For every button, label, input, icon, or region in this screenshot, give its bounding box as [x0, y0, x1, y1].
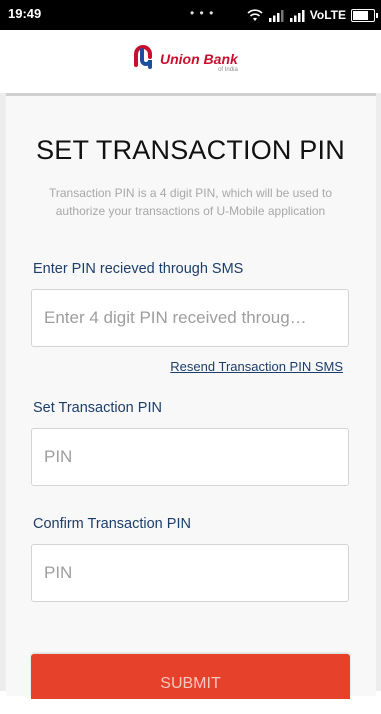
set-pin-field-box — [31, 428, 349, 486]
signal-icon-1 — [268, 9, 284, 22]
notification-dots: • • • — [190, 6, 215, 20]
status-icons: VoLTE — [247, 5, 378, 25]
set-pin-label: Set Transaction PIN — [33, 400, 162, 416]
status-time: 19:49 — [8, 6, 42, 21]
union-bank-logo-icon — [134, 45, 152, 69]
confirm-pin-label: Confirm Transaction PIN — [33, 516, 191, 532]
sms-pin-field-box — [31, 289, 349, 347]
bank-logo: Union Bank of India — [130, 43, 238, 74]
sms-pin-input[interactable] — [32, 290, 348, 346]
set-pin-input[interactable] — [32, 429, 348, 485]
signal-icon-2 — [289, 9, 305, 22]
confirm-pin-input[interactable] — [32, 545, 348, 601]
resend-pin-sms-link[interactable]: Resend Transaction PIN SMS — [170, 359, 343, 374]
brand-name: Union Bank — [160, 51, 238, 67]
battery-icon — [351, 8, 378, 22]
page-description: Transaction PIN is a 4 digit PIN, which … — [48, 186, 332, 218]
brand-subtitle: of India — [218, 67, 238, 73]
app-header: Union Bank of India — [0, 30, 381, 96]
right-edge — [376, 93, 381, 691]
wifi-icon — [247, 8, 263, 21]
confirm-pin-field-box — [31, 544, 349, 602]
sms-pin-label: Enter PIN recieved through SMS — [33, 261, 244, 277]
network-type-label: VoLTE — [309, 8, 346, 22]
submit-button[interactable]: SUBMIT — [31, 654, 350, 699]
page-title: SET TRANSACTION PIN — [36, 135, 345, 165]
status-bar: 19:49 • • • VoLTE — [0, 0, 381, 30]
